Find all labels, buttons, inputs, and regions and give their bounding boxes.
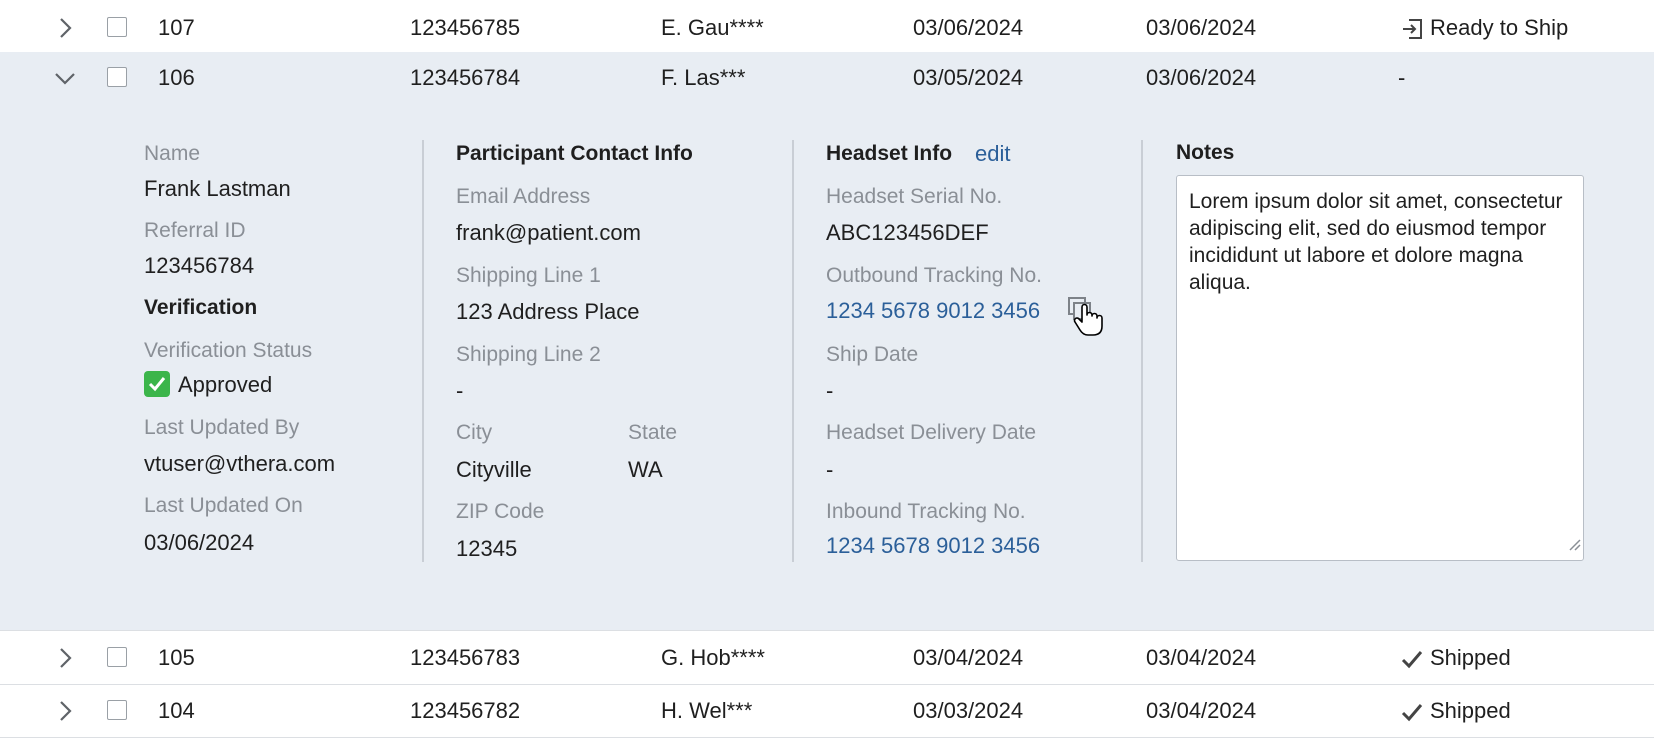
row-status: -	[1398, 65, 1406, 90]
row-checkbox[interactable]	[107, 67, 127, 87]
headset-info-heading: Headset Info	[826, 142, 953, 165]
row-id: 107	[158, 15, 195, 40]
copy-icon[interactable]	[1066, 295, 1106, 339]
email-value: frank@patient.com	[456, 220, 641, 245]
shipping-line-1-value: 123 Address Place	[456, 299, 640, 324]
chevron-right-icon[interactable]	[53, 16, 77, 40]
ready-to-ship-icon	[1400, 17, 1426, 41]
row-referral-id: 123456784	[410, 65, 521, 90]
referral-id-value: 123456784	[144, 253, 255, 278]
contact-info-heading: Participant Contact Info	[456, 142, 693, 165]
checkmark-icon	[1400, 647, 1426, 671]
last-updated-by-label: Last Updated By	[144, 416, 300, 439]
row-date-updated: 03/06/2024	[1146, 65, 1257, 90]
row-status-label: Shipped	[1430, 645, 1511, 670]
ship-date-value: -	[826, 378, 834, 403]
row-status: Shipped	[1400, 685, 1511, 737]
row-referral-id: 123456785	[410, 15, 521, 40]
row-date-created: 03/03/2024	[913, 698, 1024, 723]
chevron-right-icon[interactable]	[53, 646, 77, 670]
state-value: WA	[628, 457, 663, 482]
shipping-line-1-label: Shipping Line 1	[456, 264, 601, 287]
zip-value: 12345	[456, 536, 518, 561]
column-divider	[1141, 140, 1143, 562]
row-status-label: Shipped	[1430, 698, 1511, 723]
outbound-tracking-label: Outbound Tracking No.	[826, 264, 1042, 287]
notes-text: Lorem ipsum dolor sit amet, consectetur …	[1189, 190, 1563, 294]
notes-heading: Notes	[1176, 141, 1235, 164]
notes-textarea[interactable]: Lorem ipsum dolor sit amet, consectetur …	[1176, 175, 1584, 561]
verification-status-value: Approved	[144, 371, 273, 399]
row-referral-id: 123456782	[410, 698, 521, 723]
row-date-updated: 03/04/2024	[1146, 698, 1257, 723]
row-id: 104	[158, 698, 195, 723]
table-row-expanded[interactable]: 106 123456784 F. Las*** 03/05/2024 03/06…	[0, 52, 1654, 104]
row-status: Shipped	[1400, 632, 1511, 684]
verification-status-label: Verification Status	[144, 339, 313, 362]
row-checkbox[interactable]	[107, 647, 127, 667]
edit-headset-link[interactable]: edit	[975, 141, 1010, 167]
row-date-updated: 03/06/2024	[1146, 15, 1257, 40]
last-updated-on-value: 03/06/2024	[144, 530, 255, 555]
last-updated-by-value: vtuser@vthera.com	[144, 451, 336, 476]
resize-handle-icon[interactable]	[1567, 531, 1581, 558]
row-participant-name: H. Wel***	[661, 698, 753, 723]
row-date-updated: 03/04/2024	[1146, 645, 1257, 670]
name-value: Frank Lastman	[144, 176, 291, 201]
shipping-line-2-value: -	[456, 378, 464, 403]
serial-label: Headset Serial No.	[826, 185, 1003, 208]
delivery-date-value: -	[826, 457, 834, 482]
row-date-created: 03/04/2024	[913, 645, 1024, 670]
row-checkbox[interactable]	[107, 17, 127, 37]
column-divider	[422, 140, 424, 562]
city-label: City	[456, 421, 493, 444]
email-label: Email Address	[456, 185, 591, 208]
delivery-date-label: Headset Delivery Date	[826, 421, 1037, 444]
row-referral-id: 123456783	[410, 645, 521, 670]
ship-date-label: Ship Date	[826, 343, 919, 366]
verification-heading: Verification	[144, 296, 258, 319]
table-row[interactable]: 107 123456785 E. Gau**** 03/06/2024 03/0…	[0, 2, 1654, 55]
last-updated-on-label: Last Updated On	[144, 494, 303, 517]
approved-label: Approved	[178, 372, 273, 397]
chevron-right-icon[interactable]	[53, 699, 77, 723]
referral-id-label: Referral ID	[144, 219, 246, 242]
table-row[interactable]: 104 123456782 H. Wel*** 03/03/2024 03/04…	[0, 685, 1654, 738]
row-status-label: Ready to Ship	[1430, 15, 1569, 40]
row-status: Ready to Ship	[1400, 2, 1568, 54]
state-label: State	[628, 421, 678, 444]
inbound-tracking-link[interactable]: 1234 5678 9012 3456	[826, 533, 1040, 559]
row-id: 105	[158, 645, 195, 670]
row-id: 106	[158, 65, 195, 90]
row-participant-name: G. Hob****	[661, 645, 765, 670]
table-row[interactable]: 105 123456783 G. Hob**** 03/04/2024 03/0…	[0, 632, 1654, 685]
shipping-line-2-label: Shipping Line 2	[456, 343, 601, 366]
row-participant-name: F. Las***	[661, 65, 746, 90]
serial-value: ABC123456DEF	[826, 220, 989, 245]
row-participant-name: E. Gau****	[661, 15, 764, 40]
checkmark-icon	[1400, 700, 1426, 724]
chevron-down-icon[interactable]	[53, 66, 77, 90]
approved-check-icon	[144, 371, 170, 398]
column-divider	[792, 140, 794, 562]
city-value: Cityville	[456, 457, 532, 482]
row-date-created: 03/06/2024	[913, 15, 1024, 40]
inbound-tracking-label: Inbound Tracking No.	[826, 500, 1026, 523]
row-date-created: 03/05/2024	[913, 65, 1024, 90]
name-label: Name	[144, 142, 201, 165]
row-checkbox[interactable]	[107, 700, 127, 720]
outbound-tracking-link[interactable]: 1234 5678 9012 3456	[826, 298, 1040, 324]
zip-label: ZIP Code	[456, 500, 545, 523]
